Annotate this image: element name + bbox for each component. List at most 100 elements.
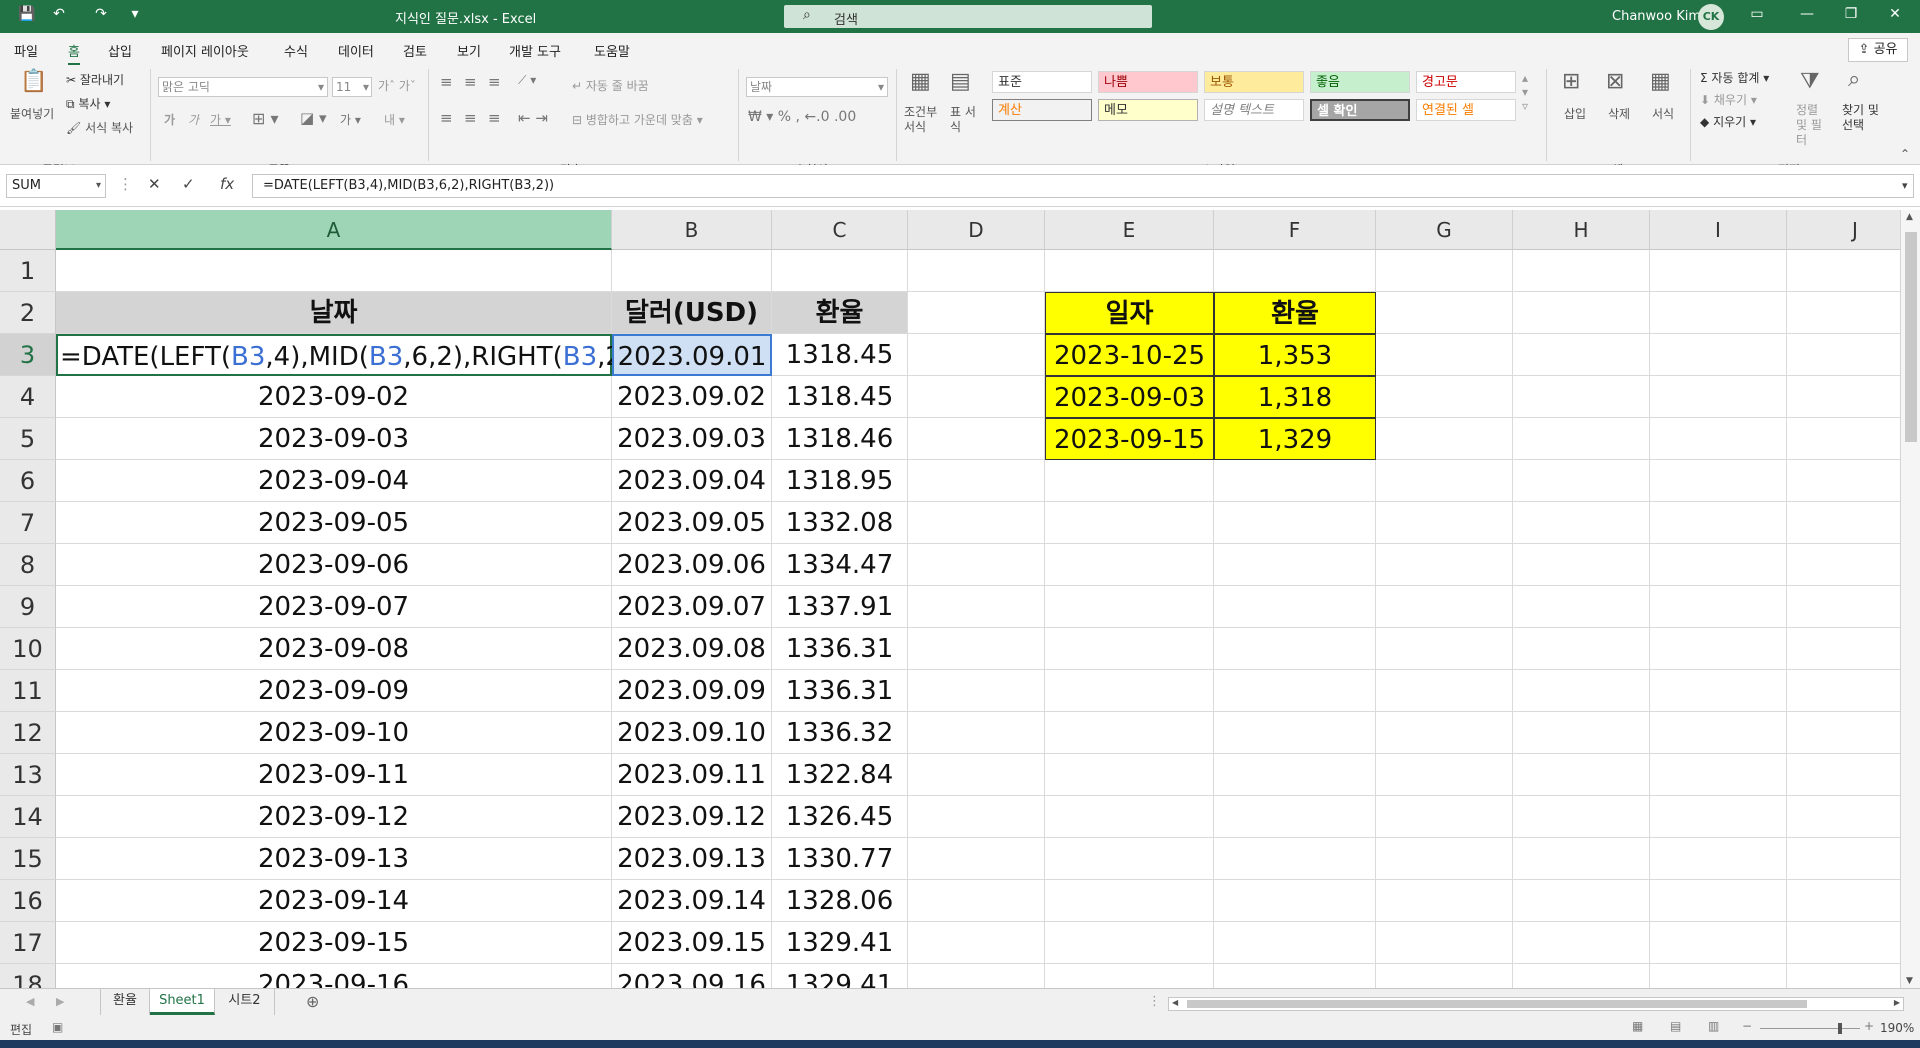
date-cell[interactable]: 2023-09-06 xyxy=(56,544,612,586)
column-header-b[interactable]: B xyxy=(612,210,772,250)
cell[interactable] xyxy=(1787,502,1900,544)
cell[interactable] xyxy=(1650,796,1787,838)
share-button[interactable]: ⇪ 공유 xyxy=(1848,38,1908,62)
column-header-f[interactable]: F xyxy=(1214,210,1376,250)
cell[interactable] xyxy=(1787,628,1900,670)
cell[interactable] xyxy=(1650,544,1787,586)
row-header[interactable]: 8 xyxy=(0,544,56,586)
header-cell-rate[interactable]: 환율 xyxy=(772,292,908,334)
clear-button[interactable]: ◆ 지우기 ▾ xyxy=(1700,113,1756,130)
column-header-d[interactable]: D xyxy=(908,210,1045,250)
cell[interactable] xyxy=(908,292,1045,334)
cell[interactable] xyxy=(908,334,1045,376)
conditional-format-icon[interactable]: ▦ xyxy=(910,69,931,94)
cell[interactable] xyxy=(908,712,1045,754)
wrap-text-button[interactable]: ↵ 자동 줄 바꿈 xyxy=(572,77,649,94)
cell[interactable] xyxy=(1787,250,1900,292)
sheet-tab-sheet1[interactable]: Sheet1 xyxy=(150,989,215,1015)
row-header[interactable]: 10 xyxy=(0,628,56,670)
date-cell[interactable]: 2023-09-10 xyxy=(56,712,612,754)
paste-icon[interactable]: 📋 xyxy=(20,69,47,94)
cell[interactable] xyxy=(1214,922,1376,964)
cell[interactable] xyxy=(1214,754,1376,796)
cell[interactable] xyxy=(1376,670,1513,712)
minimize-icon[interactable]: — xyxy=(1792,6,1822,28)
table-format-button[interactable]: 표 서식 xyxy=(950,105,980,135)
column-header-a[interactable]: A xyxy=(56,210,612,250)
cell[interactable] xyxy=(772,250,908,292)
cell[interactable] xyxy=(1214,628,1376,670)
cell[interactable] xyxy=(1376,292,1513,334)
cell[interactable] xyxy=(1376,922,1513,964)
cell[interactable] xyxy=(1650,292,1787,334)
cell[interactable] xyxy=(1376,586,1513,628)
lookup-rate-cell[interactable]: 1,318 xyxy=(1214,376,1376,418)
style-calculation[interactable]: 계산 xyxy=(992,99,1092,121)
usd-cell[interactable]: 2023.09.15 xyxy=(612,922,772,964)
cell[interactable] xyxy=(612,250,772,292)
rate-cell[interactable]: 1334.47 xyxy=(772,544,908,586)
usd-cell[interactable]: 2023.09.05 xyxy=(612,502,772,544)
cell[interactable] xyxy=(1513,964,1650,988)
cell[interactable] xyxy=(1787,586,1900,628)
date-cell[interactable]: 2023-09-13 xyxy=(56,838,612,880)
usd-cell[interactable]: 2023.09.08 xyxy=(612,628,772,670)
cell[interactable] xyxy=(1650,376,1787,418)
column-header-i[interactable]: I xyxy=(1650,210,1787,250)
border-icon[interactable]: ⊞ ▾ xyxy=(252,109,279,128)
formula-input[interactable]: =DATE(LEFT(B3,4),MID(B3,6,2),RIGHT(B3,2)… xyxy=(252,174,1914,198)
collapse-ribbon-icon[interactable]: ⌃ xyxy=(1900,147,1910,161)
sort-filter-button[interactable]: 정렬 및 필터 xyxy=(1796,103,1830,148)
vertical-scrollbar[interactable]: ▲ ▼ xyxy=(1900,210,1920,988)
tab-developer[interactable]: 개발 도구 xyxy=(509,41,561,60)
cell[interactable] xyxy=(1376,460,1513,502)
lookup-date-cell[interactable]: 2023-09-15 xyxy=(1045,418,1214,460)
usd-cell[interactable]: 2023.09.12 xyxy=(612,796,772,838)
cell[interactable] xyxy=(1376,880,1513,922)
cell[interactable] xyxy=(908,376,1045,418)
cell[interactable] xyxy=(908,460,1045,502)
find-select-button[interactable]: 찾기 및 선택 xyxy=(1842,103,1886,133)
cell[interactable] xyxy=(908,796,1045,838)
row-header[interactable]: 4 xyxy=(0,376,56,418)
scroll-up-icon[interactable]: ▲ xyxy=(1906,212,1913,222)
row-header[interactable]: 16 xyxy=(0,880,56,922)
sheet-tab-sheet2[interactable]: 시트2 xyxy=(215,989,275,1015)
cell[interactable] xyxy=(1376,796,1513,838)
date-cell[interactable]: 2023-09-15 xyxy=(56,922,612,964)
cell[interactable] xyxy=(908,754,1045,796)
cell[interactable] xyxy=(1650,838,1787,880)
cell[interactable] xyxy=(1513,628,1650,670)
tab-page-layout[interactable]: 페이지 레이아웃 xyxy=(161,41,249,60)
table-format-icon[interactable]: ▤ xyxy=(950,69,971,94)
usd-cell[interactable]: 2023.09.11 xyxy=(612,754,772,796)
cell[interactable] xyxy=(1513,418,1650,460)
tab-home[interactable]: 홈 xyxy=(68,41,80,66)
cell[interactable] xyxy=(1214,964,1376,988)
date-cell[interactable]: 2023-09-04 xyxy=(56,460,612,502)
cell[interactable] xyxy=(1045,796,1214,838)
active-cell-editor[interactable]: =DATE(LEFT(B3,4),MID(B3,6,2),RIGHT(B3,2)… xyxy=(56,334,642,376)
style-normal[interactable]: 표준 xyxy=(992,71,1092,93)
cell[interactable] xyxy=(1650,460,1787,502)
tab-data[interactable]: 데이터 xyxy=(338,41,374,60)
scroll-thumb[interactable] xyxy=(1905,232,1917,442)
usd-cell[interactable]: 2023.09.02 xyxy=(612,376,772,418)
cell[interactable] xyxy=(56,250,612,292)
cell[interactable] xyxy=(1214,670,1376,712)
cell[interactable] xyxy=(1650,922,1787,964)
enter-icon[interactable]: ✓ xyxy=(182,175,195,193)
rate-cell[interactable]: 1318.46 xyxy=(772,418,908,460)
date-cell[interactable]: 2023-09-16 xyxy=(56,964,612,988)
cell[interactable] xyxy=(1513,460,1650,502)
row-header[interactable]: 11 xyxy=(0,670,56,712)
date-cell[interactable]: 2023-09-11 xyxy=(56,754,612,796)
cell[interactable] xyxy=(1513,838,1650,880)
cell[interactable] xyxy=(908,418,1045,460)
cell[interactable] xyxy=(1376,418,1513,460)
column-header-e[interactable]: E xyxy=(1045,210,1214,250)
cell[interactable] xyxy=(1214,838,1376,880)
rate-cell[interactable]: 1337.91 xyxy=(772,586,908,628)
cell[interactable] xyxy=(1513,712,1650,754)
header-cell-date[interactable]: 날짜 xyxy=(56,292,612,334)
